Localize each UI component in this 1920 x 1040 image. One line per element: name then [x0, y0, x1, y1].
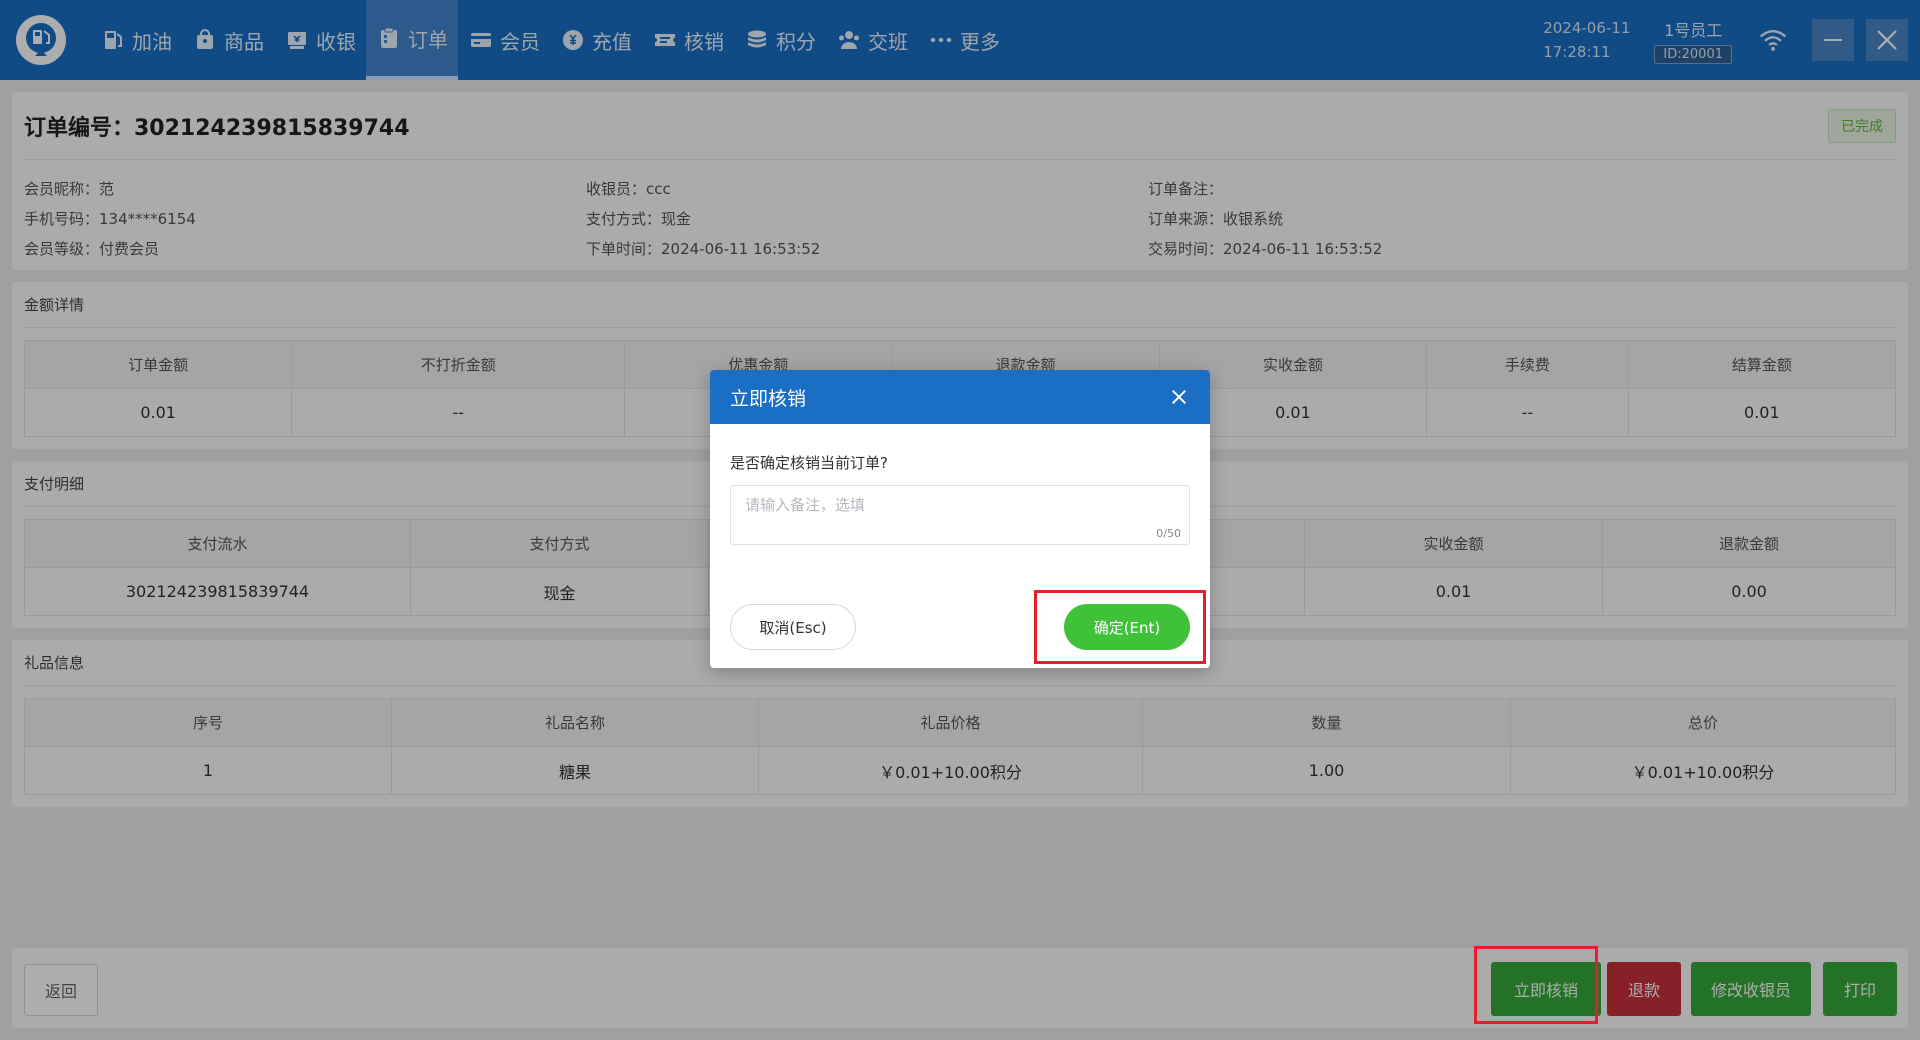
- dialog-close-button[interactable]: [1168, 386, 1190, 408]
- remark-field-wrapper: 0/50: [730, 485, 1190, 545]
- cancel-button[interactable]: 取消(Esc): [730, 604, 856, 650]
- highlight-box-verify: [1474, 946, 1598, 1024]
- dialog-question: 是否确定核销当前订单?: [730, 454, 888, 472]
- highlight-box-confirm: [1034, 590, 1206, 664]
- dialog-title: 立即核销: [730, 387, 807, 410]
- close-icon: [1171, 389, 1187, 405]
- remark-input[interactable]: [731, 486, 1189, 544]
- char-counter: 0/50: [1156, 527, 1181, 540]
- dialog-body: 是否确定核销当前订单? 0/50: [710, 424, 1210, 545]
- dialog-header: 立即核销: [710, 370, 1210, 424]
